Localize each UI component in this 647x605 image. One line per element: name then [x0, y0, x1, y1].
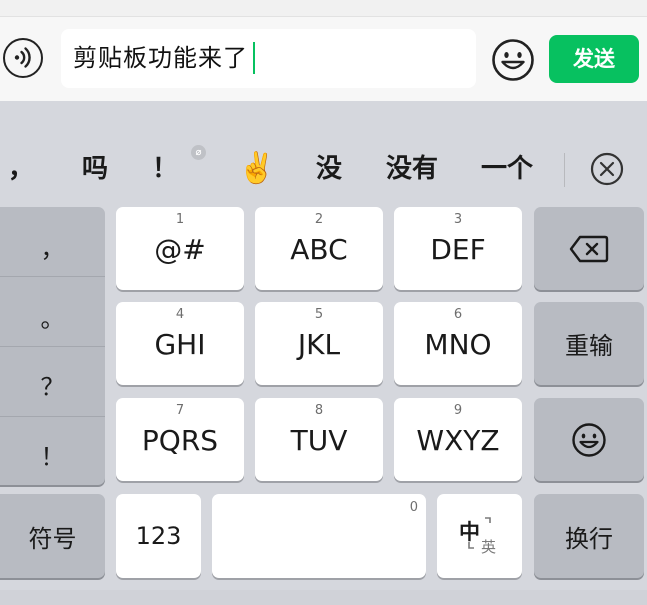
close-candidates-button[interactable]	[590, 152, 624, 186]
punct-separator	[0, 416, 105, 417]
key-label: GHI	[154, 328, 206, 361]
symbols-key[interactable]: 符号	[0, 494, 105, 578]
switch-brackets-icon	[468, 517, 491, 549]
candidate-comma[interactable]: ，	[8, 147, 34, 191]
emoji-button[interactable]	[491, 38, 535, 82]
key-number: 9	[453, 403, 463, 418]
punct-comma[interactable]: ，	[0, 229, 105, 264]
voice-input-icon	[14, 47, 31, 68]
key-number: 7	[175, 403, 185, 418]
punct-exclamation[interactable]: ！	[0, 437, 105, 472]
key-9[interactable]: 9 WXYZ	[394, 398, 522, 481]
clipboard-badge-icon: ⌀	[191, 145, 206, 160]
newline-key[interactable]: 换行	[534, 494, 644, 578]
emoji-icon	[492, 39, 534, 81]
key-label: ABC	[290, 233, 348, 266]
key-label: JKL	[297, 328, 341, 361]
candidate-exclamation[interactable]: ！	[152, 147, 178, 191]
retype-label: 重输	[565, 332, 613, 360]
key-label: TUV	[290, 424, 348, 457]
key-number: 2	[314, 212, 324, 227]
space-number: 0	[409, 500, 418, 515]
key-number: 5	[314, 307, 324, 322]
message-input-text: 剪贴板功能来了	[73, 44, 248, 72]
punct-period[interactable]: 。	[0, 299, 105, 334]
space-key[interactable]: 0	[212, 494, 426, 578]
message-input[interactable]: 剪贴板功能来了	[61, 29, 476, 88]
punct-separator	[0, 346, 105, 347]
numbers-key[interactable]: 123	[116, 494, 201, 578]
candidate-ma[interactable]: 吗	[82, 147, 108, 191]
key-6[interactable]: 6 MNO	[394, 302, 522, 385]
newline-label: 换行	[565, 524, 613, 553]
emoji-key-icon	[572, 423, 606, 457]
send-button[interactable]: 发送	[549, 35, 639, 83]
top-strip	[0, 0, 647, 17]
key-number: 4	[175, 307, 185, 322]
key-5[interactable]: 5 JKL	[255, 302, 383, 385]
punctuation-column: ， 。 ？ ！	[0, 207, 105, 485]
numbers-label: 123	[135, 522, 182, 550]
key-label: DEF	[430, 233, 486, 266]
punct-separator	[0, 276, 105, 277]
key-7[interactable]: 7 PQRS	[116, 398, 244, 481]
key-number: 6	[453, 307, 463, 322]
key-label: @#	[154, 233, 206, 266]
key-8[interactable]: 8 TUV	[255, 398, 383, 481]
voice-input-button[interactable]	[3, 38, 43, 78]
emoji-key[interactable]	[534, 398, 644, 481]
key-number: 3	[453, 212, 463, 227]
candidate-mei[interactable]: 没	[316, 147, 342, 191]
key-4[interactable]: 4 GHI	[116, 302, 244, 385]
key-label: WXYZ	[416, 424, 500, 457]
key-label: MNO	[424, 328, 492, 361]
punct-question[interactable]: ？	[0, 367, 105, 402]
text-caret	[253, 42, 255, 74]
backspace-key[interactable]	[534, 207, 644, 290]
key-number: 1	[175, 212, 185, 227]
language-switch-key[interactable]: 中 英	[437, 494, 522, 578]
close-candidates-icon	[590, 152, 624, 186]
candidate-emoji[interactable]: ✌️	[238, 147, 275, 191]
key-1[interactable]: 1 @#	[116, 207, 244, 290]
candidate-meiyou[interactable]: 没有	[386, 147, 438, 191]
candidate-yige[interactable]: 一个	[481, 147, 533, 191]
symbols-label: 符号	[28, 524, 77, 553]
key-2[interactable]: 2 ABC	[255, 207, 383, 290]
retype-key[interactable]: 重输	[534, 302, 644, 385]
candidate-divider	[564, 153, 565, 187]
backspace-icon	[569, 235, 609, 263]
key-3[interactable]: 3 DEF	[394, 207, 522, 290]
key-number: 8	[314, 403, 324, 418]
key-label: PQRS	[141, 424, 219, 457]
bottom-bar	[0, 590, 647, 605]
